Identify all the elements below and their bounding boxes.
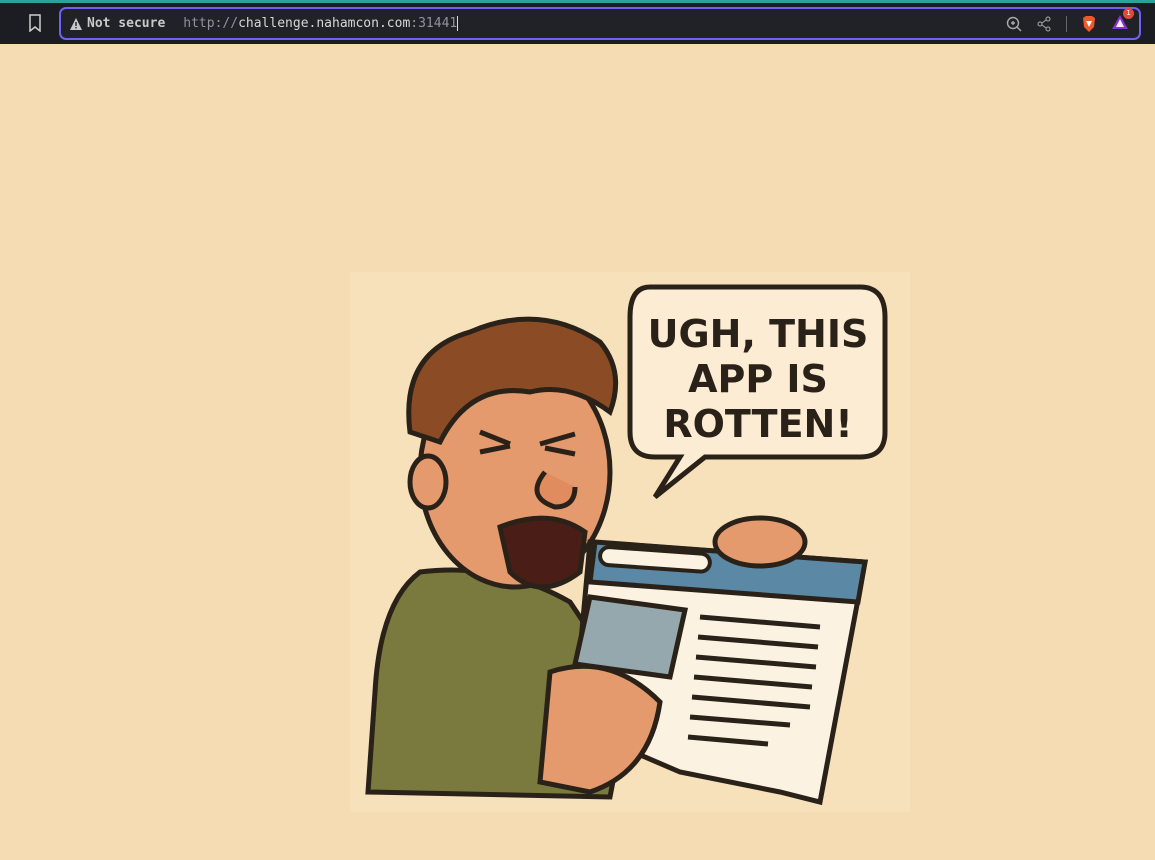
browser-toolbar: Not secure http://challenge.nahamcon.com…: [0, 3, 1155, 44]
bookmark-icon[interactable]: [29, 14, 41, 32]
url-host: challenge.nahamcon.com: [238, 16, 411, 31]
url-scheme: http://: [183, 16, 239, 31]
warning-icon[interactable]: [69, 17, 83, 31]
url-text[interactable]: http://challenge.nahamcon.com:31441: [183, 16, 459, 31]
rotten-app-illustration: UGH, THIS APP IS ROTTEN!: [350, 272, 910, 812]
toolbar-divider: [1066, 15, 1067, 32]
address-bar[interactable]: Not secure http://challenge.nahamcon.com…: [59, 7, 1141, 40]
speech-line-2: APP IS: [688, 357, 828, 401]
man-ear: [407, 453, 449, 511]
rewards-badge: 1: [1123, 7, 1134, 19]
man-mouth: [497, 515, 588, 590]
security-label[interactable]: Not secure: [87, 16, 165, 31]
share-icon[interactable]: [1036, 16, 1052, 32]
text-caret: [457, 16, 459, 31]
brave-rewards-button[interactable]: 1: [1111, 7, 1134, 34]
brave-shields-icon[interactable]: [1081, 15, 1097, 33]
url-port: :31441: [410, 16, 458, 31]
man-hand-top: [712, 515, 808, 569]
speech-line-1: UGH, THIS: [648, 312, 869, 356]
page-content: UGH, THIS APP IS ROTTEN!: [0, 44, 1155, 860]
speech-line-3: ROTTEN!: [663, 402, 852, 446]
zoom-icon[interactable]: [1006, 16, 1022, 32]
